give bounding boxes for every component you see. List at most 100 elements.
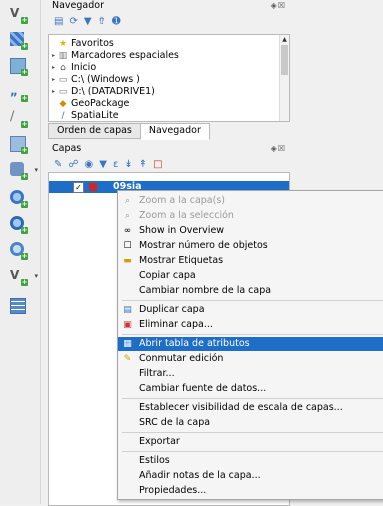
tab-browser[interactable]: Navegador (139, 123, 210, 140)
visibility-eye-icon[interactable]: ◉ (85, 159, 94, 171)
menu-item-label: Estilos (139, 455, 170, 466)
menu-item-open-attribute-table[interactable]: ▦ Abrir tabla de atributos (118, 337, 383, 351)
tree-item-spatialite[interactable]: ∕ SpatiaLite (49, 110, 119, 121)
add-wms-layer-button[interactable]: + (8, 188, 28, 208)
overview-icon: ∞ (123, 226, 132, 236)
menu-item-zoom-to-layer[interactable]: ⌕ Zoom a la capa(s) (118, 194, 383, 208)
menu-item-label: SRC de la capa (139, 417, 211, 428)
remove-layer-icon[interactable]: □ (153, 159, 162, 171)
tree-item-marcadores[interactable]: ▸ ▥ Marcadores espaciales (49, 50, 179, 61)
dropdown-arrow-icon: ▾ (34, 272, 38, 280)
style-panel-icon[interactable]: ✎ (54, 159, 62, 171)
collapse-all-icon[interactable]: ↟ (139, 159, 147, 171)
add-layer-toolbar: V + + + „ + ∕ + + + ▾ + + + V + ▾ (0, 0, 41, 504)
menu-separator (122, 451, 383, 452)
new-temporary-layer-button[interactable] (8, 296, 28, 316)
menu-item-label: Zoom a la capa(s) (139, 195, 225, 206)
menu-item-toggle-editing[interactable]: ✎ Conmutar edición (118, 352, 383, 366)
menu-item-duplicate-layer[interactable]: ▤ Duplicar capa (118, 303, 383, 317)
tab-layer-order[interactable]: Orden de capas (48, 123, 141, 139)
add-vector-layer-button[interactable]: V + (8, 4, 28, 24)
tree-item-d-drive[interactable]: ▸ ▭ D:\ (DATADRIVE1) (49, 86, 155, 97)
filter-icon[interactable]: ▼ (84, 16, 92, 28)
tree-item-inicio[interactable]: ▸ ⌂ Inicio (49, 62, 96, 73)
plus-badge-icon: + (21, 200, 28, 208)
menu-item-properties[interactable]: Propiedades... (118, 484, 383, 498)
filter-expression-icon[interactable]: ε (113, 159, 118, 171)
menu-separator (122, 432, 383, 433)
tree-item-geopackage[interactable]: ◆ GeoPackage (49, 98, 130, 109)
layer-visibility-checkbox[interactable]: ✓ (73, 182, 84, 193)
bookmark-icon: ▥ (58, 51, 68, 61)
add-spatialite-layer-button[interactable]: + (8, 134, 28, 154)
add-mesh-layer-button[interactable]: + (8, 56, 28, 76)
tree-item-c-drive[interactable]: ▸ ▭ C:\ (Windows ) (49, 74, 140, 85)
feature-count-checkbox[interactable]: ☐ (122, 241, 133, 251)
menu-item-filter[interactable]: Filtrar... (118, 367, 383, 381)
menu-item-show-labels[interactable]: ▬ Mostrar Etiquetas (118, 254, 383, 268)
expand-all-icon[interactable]: ↡ (124, 159, 132, 171)
duplicate-layer-icon: ▤ (123, 305, 132, 315)
add-selected-icon[interactable]: ▤ (54, 16, 63, 28)
menu-item-change-data-source[interactable]: Cambiar fuente de datos... (118, 382, 383, 396)
scroll-thumb[interactable] (281, 45, 288, 75)
plus-badge-icon: + (21, 16, 28, 24)
info-icon[interactable]: ➊ (112, 16, 120, 28)
add-delimited-text-layer-button[interactable]: „ + (8, 82, 28, 102)
menu-item-show-feature-count[interactable]: ☐ Mostrar número de objetos (118, 239, 383, 253)
expand-caret-icon[interactable]: ▸ (49, 86, 58, 97)
filter-legend-icon[interactable]: ▼ (99, 159, 107, 171)
expand-caret-icon[interactable]: ▸ (49, 50, 58, 61)
expand-caret-icon[interactable]: ▸ (49, 62, 58, 73)
menu-item-styles[interactable]: Estilos▸ (118, 454, 383, 468)
menu-item-show-in-overview[interactable]: ∞ Show in Overview (118, 224, 383, 238)
menu-item-export[interactable]: Exportar▸ (118, 435, 383, 449)
menu-item-rename-layer[interactable]: Cambiar nombre de la capa (118, 284, 383, 298)
tree-item-label: D:\ (DATADRIVE1) (71, 86, 155, 97)
plus-badge-icon: + (21, 94, 28, 102)
expand-caret-icon[interactable]: ▸ (49, 74, 58, 85)
add-wcs-layer-button[interactable]: + (8, 240, 28, 260)
menu-item-label: Mostrar Etiquetas (139, 255, 224, 266)
menu-item-remove-layer[interactable]: ▣ Eliminar capa... (118, 318, 383, 332)
add-geopackage-layer-button[interactable]: ∕ + (8, 108, 28, 128)
remove-layer-icon: ▣ (123, 320, 132, 330)
layers-panel-title: Capas (52, 143, 82, 154)
new-shapefile-layer-button[interactable]: V + ▾ (8, 266, 38, 286)
refresh-icon[interactable]: ⟳ (69, 16, 77, 28)
add-wfs-layer-button[interactable]: + (8, 214, 28, 234)
tree-item-label: SpatiaLite (71, 110, 119, 121)
tree-item-label: C:\ (Windows ) (71, 74, 140, 85)
layers-toolbar: ✎ ☍ ◉ ▼ ε ↡ ↟ □ (54, 158, 163, 172)
toggle-editing-icon: ✎ (123, 354, 132, 364)
plus-badge-icon: + (21, 252, 28, 260)
add-postgis-layer-button[interactable]: + ▾ (8, 160, 38, 180)
menu-item-add-layer-notes[interactable]: Añadir notas de la capa... (118, 469, 383, 483)
panel-float-close-icon[interactable]: ◈☒ (271, 1, 286, 10)
panel-float-close-icon[interactable]: ◈☒ (271, 144, 286, 153)
menu-item-label: Añadir notas de la capa... (139, 470, 261, 481)
scroll-up-arrow-icon[interactable]: ▲ (280, 35, 289, 44)
menu-separator (122, 300, 383, 301)
browser-panel-title: Navegador (52, 0, 104, 11)
menu-separator (122, 398, 383, 399)
tree-item-favoritos[interactable]: ★ Favoritos (49, 38, 114, 49)
geopackage-icon: ◆ (59, 99, 67, 109)
add-raster-layer-button[interactable]: + (8, 30, 28, 50)
menu-item-label: Copiar capa (139, 270, 196, 281)
plus-badge-icon: + (21, 226, 28, 234)
menu-item-zoom-to-selection[interactable]: ⌕ Zoom a la selección (118, 209, 383, 223)
collapse-all-icon[interactable]: ⇮ (98, 16, 106, 28)
attribute-table-icon: ▦ (123, 339, 132, 349)
tree-item-label: Favoritos (71, 38, 114, 49)
menu-item-label: Cambiar nombre de la capa (139, 285, 272, 296)
menu-item-label: Establecer visibilidad de escala de capa… (139, 402, 343, 413)
menu-item-scale-visibility[interactable]: Establecer visibilidad de escala de capa… (118, 401, 383, 415)
menu-item-layer-crs[interactable]: SRC de la capa▸ (118, 416, 383, 430)
tree-scrollbar[interactable]: ▲ (279, 35, 289, 121)
menu-item-label: Zoom a la selección (139, 210, 234, 221)
add-group-icon[interactable]: ☍ (68, 159, 78, 171)
folder-icon: ▭ (58, 87, 68, 97)
menu-item-copy-layer[interactable]: Copiar capa (118, 269, 383, 283)
zoom-to-selection-icon: ⌕ (124, 211, 131, 221)
